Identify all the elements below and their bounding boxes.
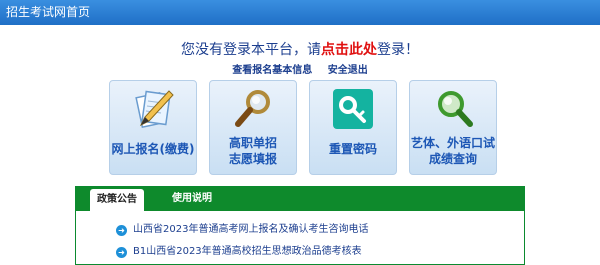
tile-online-registration[interactable]: 网上报名(缴费) [109,80,197,175]
tile-reset-password[interactable]: 重置密码 [309,80,397,175]
tile-label-line2: 成绩查询 [428,152,477,166]
notice-prefix: 您没有登录本平台，请 [181,42,321,58]
tab-policy-announcement[interactable]: 政策公告 [90,189,144,211]
news-title: B1山西省2023年普通高校招生思想政治品德考核表 [133,246,362,257]
tile-vocational-admission[interactable]: 高职单招 志愿填报 [209,80,297,175]
page-title[interactable]: 招生考试网首页 [6,5,90,19]
logout-link[interactable]: 安全退出 [328,65,368,76]
tile-label: 重置密码 [328,142,377,156]
magnifier-icon [235,90,270,127]
search-icon [438,91,473,127]
tile-score-query[interactable]: 艺体、外语口试 成绩查询 [409,80,497,175]
list-item[interactable]: ➜ 山西省2023年普通高考网上报名及确认考生咨询电话 [116,220,368,236]
pen-paper-icon [135,90,174,129]
arrow-right-icon: ➜ [116,225,127,236]
account-links: 查看报名基本信息 安全退出 [0,61,600,76]
notice-suffix: 登录！ [377,42,419,58]
tile-label-line2: 志愿填报 [228,152,277,166]
arrow-right-icon: ➜ [116,247,127,258]
view-info-link[interactable]: 查看报名基本信息 [232,65,312,76]
list-item[interactable]: ➜ B1山西省2023年普通高校招生思想政治品德考核表 [116,242,362,258]
tile-label-line1: 高职单招 [228,136,277,150]
login-notice: 您没有登录本平台，请点击此处登录！ [0,39,600,59]
key-icon [333,89,373,129]
tab-usage-instructions[interactable]: 使用说明 [172,187,212,211]
login-link[interactable]: 点击此处 [321,42,377,58]
tile-label-line1: 艺体、外语口试 [410,136,495,150]
announcement-panel: 政策公告 使用说明 ➜ 山西省2023年普通高考网上报名及确认考生咨询电话 ➜ B1… [75,186,525,265]
panel-tabs: 政策公告 使用说明 [76,187,524,211]
header-bar: 招生考试网首页 [0,0,600,25]
news-title: 山西省2023年普通高考网上报名及确认考生咨询电话 [133,224,369,235]
tile-label: 网上报名(缴费) [111,142,195,156]
